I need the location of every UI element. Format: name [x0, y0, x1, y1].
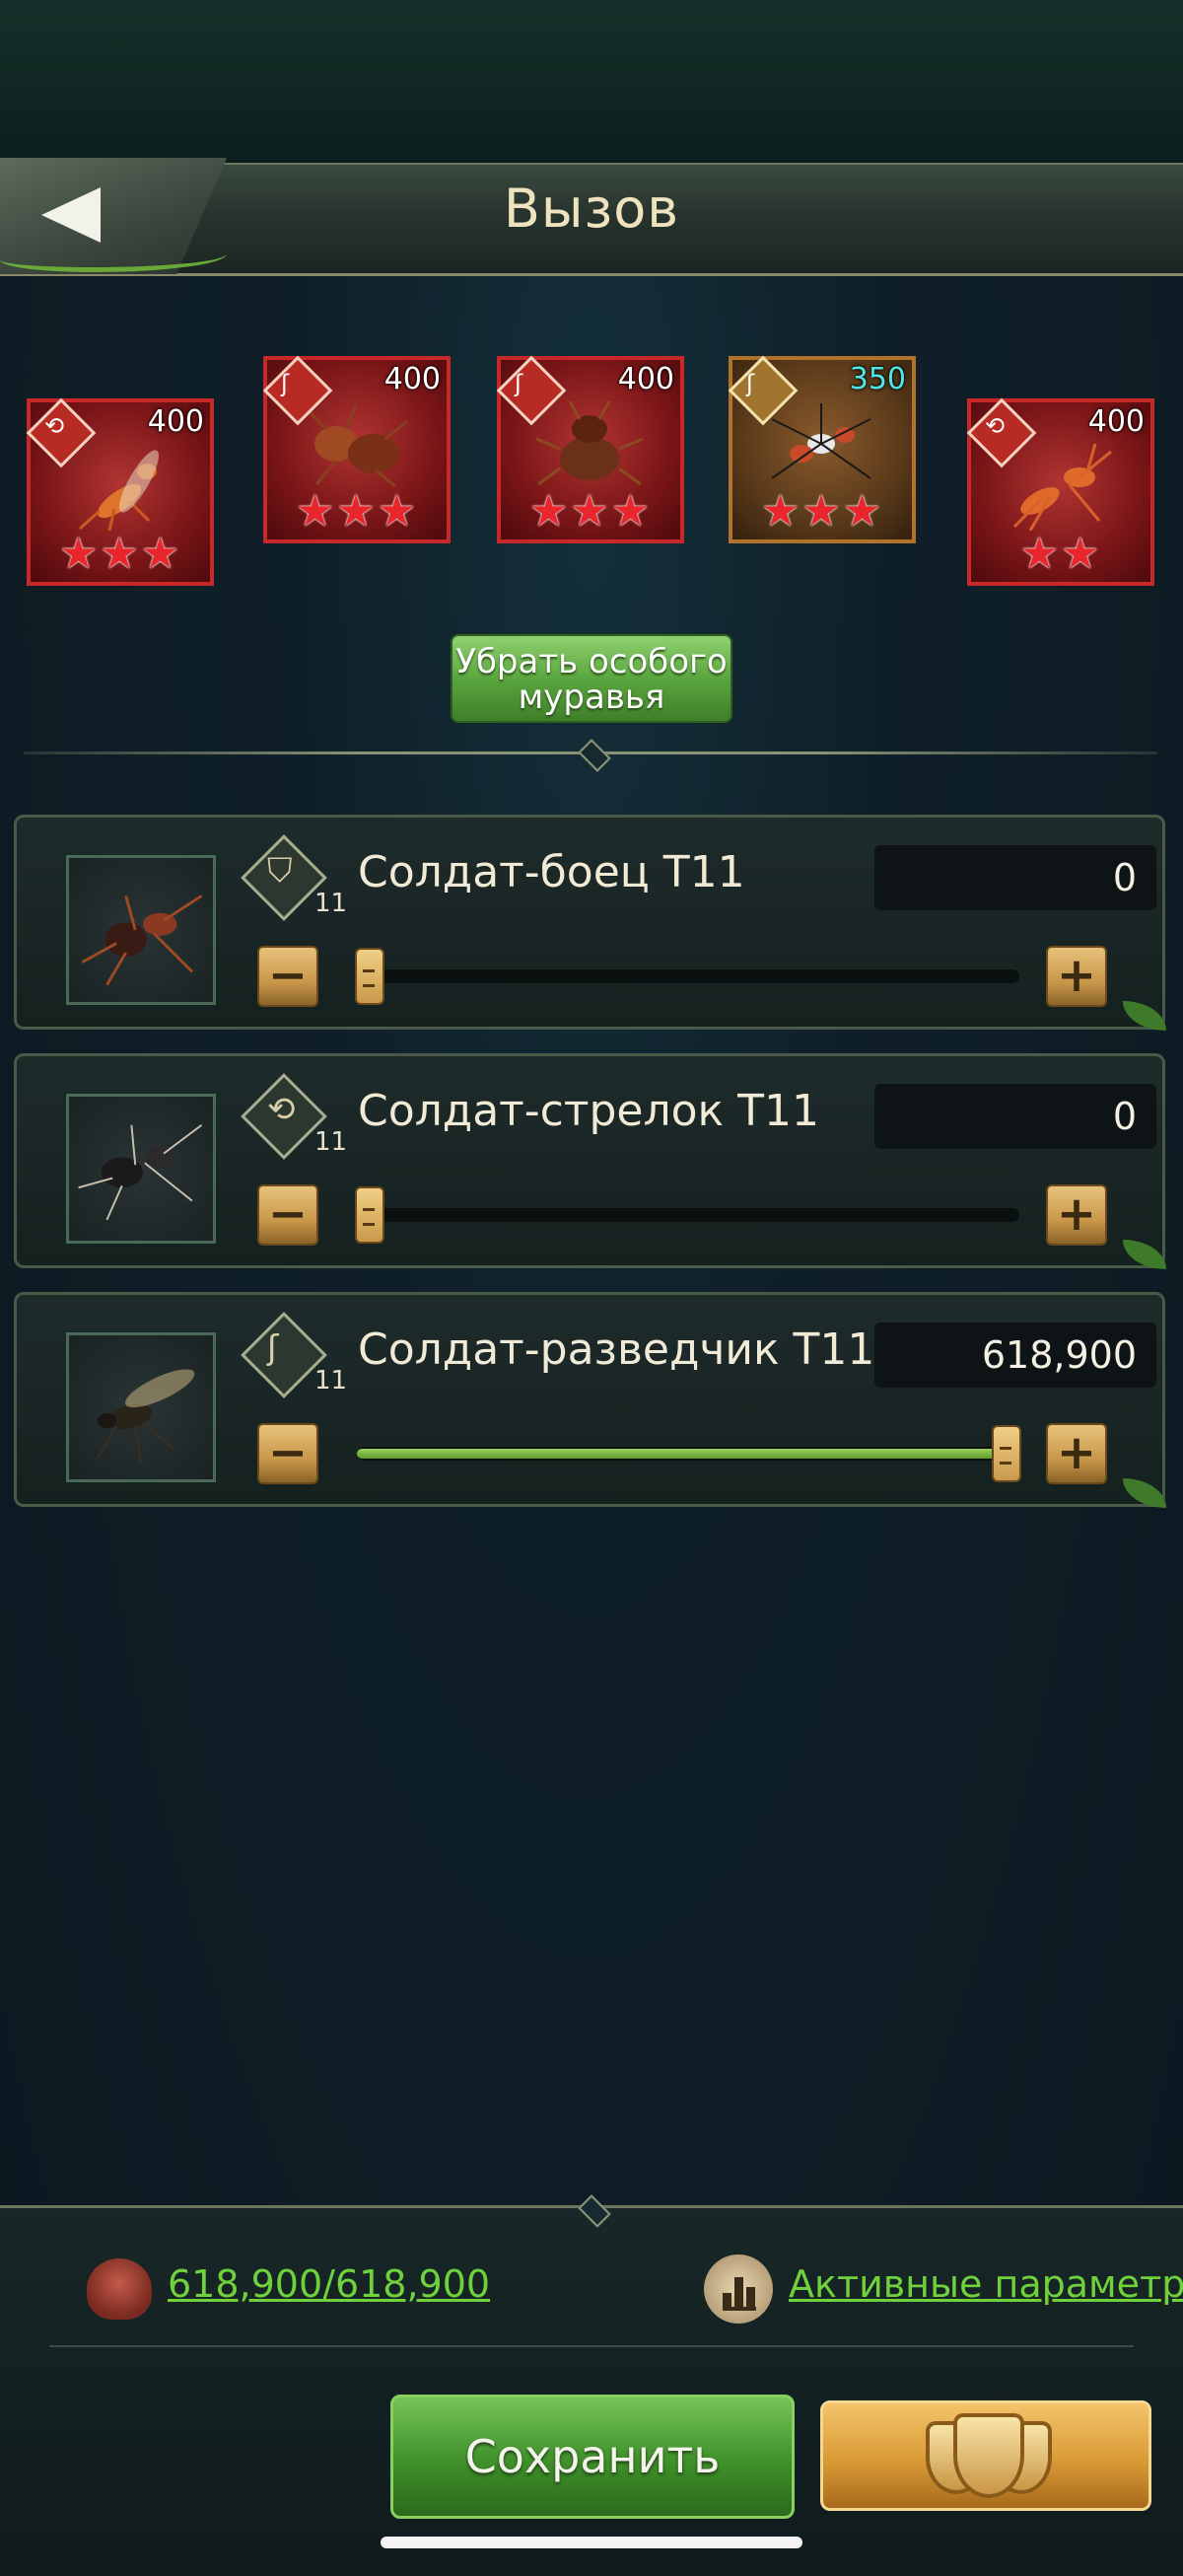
- slider-handle[interactable]: [355, 948, 384, 1005]
- shield-glyph: ⛉: [267, 851, 293, 891]
- star-rating: ★★: [1019, 529, 1102, 579]
- orange-ant-image: [1012, 443, 1112, 531]
- troop-row-scout: ʃ 11 Солдат-разведчик T11 618,900 − +: [14, 1292, 1166, 1508]
- badge-glyph: ʃ: [515, 370, 523, 397]
- troop-name: Солдат-разведчик T11: [358, 1324, 875, 1375]
- spider-ant-image: [771, 403, 871, 479]
- decrease-button[interactable]: −: [257, 1184, 318, 1246]
- special-ant-card-1[interactable]: ⟲ 400 ★★★: [26, 397, 214, 586]
- leaf-decoration: [1123, 1478, 1166, 1508]
- troop-slider[interactable]: [355, 948, 1019, 1005]
- troop-slider[interactable]: [355, 1186, 1019, 1244]
- decrease-button[interactable]: −: [257, 1423, 318, 1484]
- power-value: 400: [147, 404, 204, 439]
- formation-button[interactable]: [820, 2400, 1151, 2511]
- troop-slider[interactable]: [357, 1425, 1021, 1482]
- ranged-glyph: ⟲: [267, 1090, 296, 1129]
- badge-glyph: ʃ: [281, 370, 290, 397]
- leaf-decoration: [1123, 1001, 1166, 1031]
- winged-ant-image: [78, 450, 159, 531]
- save-button[interactable]: Сохранить: [390, 2395, 795, 2519]
- brown-ant-image: [535, 400, 644, 486]
- remove-button-label-line1: Убрать особого: [455, 642, 728, 681]
- increase-button[interactable]: +: [1046, 1184, 1107, 1246]
- special-ant-card-2[interactable]: ʃ 400 ★★★: [262, 355, 451, 543]
- troop-capacity-link[interactable]: 618,900/618,900: [168, 2262, 490, 2306]
- badge-glyph: ⟲: [985, 412, 1006, 440]
- power-value: 400: [1087, 404, 1145, 439]
- increase-button[interactable]: +: [1046, 946, 1107, 1007]
- decrease-button[interactable]: −: [257, 946, 318, 1007]
- bar-chart-icon: [723, 2271, 756, 2311]
- special-ant-card-3[interactable]: ʃ 400 ★★★: [496, 355, 684, 543]
- badge-glyph: ʃ: [746, 370, 755, 397]
- bottom-separator: [49, 2345, 1134, 2347]
- fighter-ant-portrait: [66, 855, 216, 1005]
- fighter-ant-image: [305, 404, 408, 488]
- power-value: 350: [849, 362, 906, 396]
- remove-special-ant-button[interactable]: Убрать особого муравья: [451, 634, 732, 723]
- scout-glyph: ʃ: [267, 1328, 279, 1368]
- slider-fill: [357, 1449, 1019, 1459]
- ranged-ant-portrait: [66, 1094, 216, 1244]
- active-params-link[interactable]: Активные параметры: [789, 2262, 1183, 2306]
- star-rating: ★★★: [295, 486, 419, 537]
- ant-capacity-icon: [87, 2258, 152, 2320]
- troop-level: 11: [314, 1127, 348, 1157]
- bottom-panel: [0, 2205, 1183, 2576]
- scout-ant-portrait: [66, 1332, 216, 1482]
- troop-level: 11: [314, 1366, 348, 1395]
- increase-button[interactable]: +: [1046, 1423, 1107, 1484]
- leaf-decoration: [1123, 1240, 1166, 1269]
- star-rating: ★★★: [58, 529, 182, 579]
- special-ant-card-4[interactable]: ʃ 350 ★★★: [728, 355, 916, 543]
- star-rating: ★★★: [528, 486, 653, 537]
- special-ant-card-5[interactable]: ⟲ 400 ★★: [966, 397, 1154, 586]
- power-value: 400: [383, 362, 441, 396]
- page-title: Вызов: [503, 178, 680, 240]
- slider-handle[interactable]: [355, 1186, 384, 1244]
- troop-count-field[interactable]: 0: [874, 845, 1156, 910]
- badge-glyph: ⟲: [44, 412, 65, 440]
- star-rating: ★★★: [760, 486, 884, 537]
- home-indicator: [381, 2537, 802, 2548]
- troop-count-field[interactable]: 0: [874, 1084, 1156, 1149]
- slider-handle[interactable]: [992, 1425, 1021, 1482]
- top-background: [0, 0, 1183, 168]
- shield-icon: [953, 2413, 1024, 2498]
- troop-row-ranged: ⟲ 11 Солдат-стрелок T11 0 − +: [14, 1053, 1166, 1269]
- troop-level: 11: [314, 889, 348, 918]
- troop-name: Солдат-боец T11: [358, 847, 745, 897]
- troop-row-fighter: ⛉ 11 Солдат-боец T11 0 − +: [14, 815, 1166, 1031]
- power-value: 400: [617, 362, 674, 396]
- troop-name: Солдат-стрелок T11: [358, 1086, 819, 1136]
- remove-button-label-line2: муравья: [518, 678, 665, 717]
- troop-count-field[interactable]: 618,900: [874, 1323, 1156, 1388]
